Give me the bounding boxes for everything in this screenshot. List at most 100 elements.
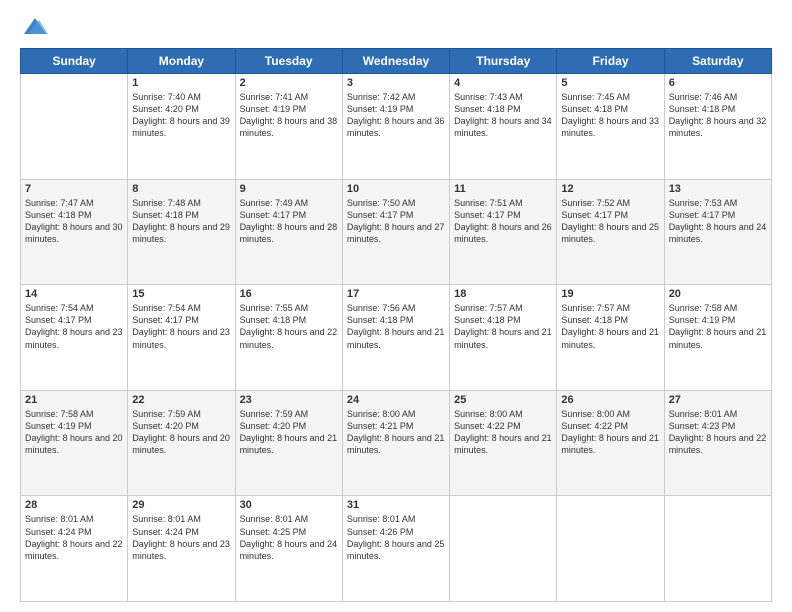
day-header-thursday: Thursday [450,49,557,74]
calendar-cell: 1 Sunrise: 7:40 AMSunset: 4:20 PMDaylight… [128,74,235,180]
cell-info: Sunrise: 7:48 AMSunset: 4:18 PMDaylight:… [132,197,230,246]
cell-info: Sunrise: 7:55 AMSunset: 4:18 PMDaylight:… [240,302,338,351]
day-number: 30 [240,499,338,511]
calendar-cell [21,74,128,180]
cell-info: Sunrise: 7:50 AMSunset: 4:17 PMDaylight:… [347,197,445,246]
cell-info: Sunrise: 7:57 AMSunset: 4:18 PMDaylight:… [454,302,552,351]
calendar-cell: 27 Sunrise: 8:01 AMSunset: 4:23 PMDayligh… [664,390,771,496]
day-number: 27 [669,394,767,406]
cell-info: Sunrise: 7:51 AMSunset: 4:17 PMDaylight:… [454,197,552,246]
day-number: 26 [561,394,659,406]
day-number: 22 [132,394,230,406]
cell-info: Sunrise: 7:54 AMSunset: 4:17 PMDaylight:… [132,302,230,351]
day-number: 10 [347,183,445,195]
calendar-cell: 13Sunrise: 7:53 AMSunset: 4:17 PMDayligh… [664,179,771,285]
cell-info: Sunrise: 7:45 AMSunset: 4:18 PMDaylight:… [561,91,659,140]
day-number: 29 [132,499,230,511]
day-header-tuesday: Tuesday [235,49,342,74]
calendar-header-row: SundayMondayTuesdayWednesdayThursdayFrid… [21,49,772,74]
day-number: 4 [454,77,552,89]
calendar-cell: 8 Sunrise: 7:48 AMSunset: 4:18 PMDaylight… [128,179,235,285]
calendar-week-2: 7 Sunrise: 7:47 AMSunset: 4:18 PMDaylight… [21,179,772,285]
calendar-cell: 26 Sunrise: 8:00 AMSunset: 4:22 PMDayligh… [557,390,664,496]
logo-icon [22,16,46,38]
cell-info: Sunrise: 7:40 AMSunset: 4:20 PMDaylight:… [132,91,230,140]
day-number: 28 [25,499,123,511]
cell-info: Sunrise: 7:47 AMSunset: 4:18 PMDaylight:… [25,197,123,246]
cell-info: Sunrise: 7:56 AMSunset: 4:18 PMDaylight:… [347,302,445,351]
calendar-cell [557,496,664,602]
calendar-cell: 11 Sunrise: 7:51 AMSunset: 4:17 PMDayligh… [450,179,557,285]
cell-info: Sunrise: 7:59 AMSunset: 4:20 PMDaylight:… [132,408,230,457]
calendar-cell: 24 Sunrise: 8:00 AMSunset: 4:21 PMDayligh… [342,390,449,496]
day-number: 24 [347,394,445,406]
day-number: 15 [132,288,230,300]
calendar-cell: 5 Sunrise: 7:45 AMSunset: 4:18 PMDaylight… [557,74,664,180]
calendar-cell: 4 Sunrise: 7:43 AMSunset: 4:18 PMDaylight… [450,74,557,180]
calendar-cell: 31Sunrise: 8:01 AMSunset: 4:26 PMDayligh… [342,496,449,602]
day-header-friday: Friday [557,49,664,74]
day-number: 18 [454,288,552,300]
day-number: 3 [347,77,445,89]
day-number: 21 [25,394,123,406]
day-header-saturday: Saturday [664,49,771,74]
calendar-cell [664,496,771,602]
day-header-wednesday: Wednesday [342,49,449,74]
day-number: 9 [240,183,338,195]
calendar-cell: 2 Sunrise: 7:41 AMSunset: 4:19 PMDaylight… [235,74,342,180]
calendar-cell: 14 Sunrise: 7:54 AMSunset: 4:17 PMDayligh… [21,285,128,391]
cell-info: Sunrise: 7:58 AMSunset: 4:19 PMDaylight:… [25,408,123,457]
day-number: 6 [669,77,767,89]
day-number: 1 [132,77,230,89]
logo [20,16,46,38]
calendar-week-5: 28 Sunrise: 8:01 AMSunset: 4:24 PMDayligh… [21,496,772,602]
cell-info: Sunrise: 8:00 AMSunset: 4:22 PMDaylight:… [561,408,659,457]
day-number: 7 [25,183,123,195]
day-header-sunday: Sunday [21,49,128,74]
calendar-cell: 21 Sunrise: 7:58 AMSunset: 4:19 PMDayligh… [21,390,128,496]
day-number: 8 [132,183,230,195]
cell-info: Sunrise: 8:00 AMSunset: 4:22 PMDaylight:… [454,408,552,457]
calendar-week-1: 1 Sunrise: 7:40 AMSunset: 4:20 PMDaylight… [21,74,772,180]
calendar-cell: 20Sunrise: 7:58 AMSunset: 4:19 PMDayligh… [664,285,771,391]
calendar-cell: 30Sunrise: 8:01 AMSunset: 4:25 PMDayligh… [235,496,342,602]
day-number: 5 [561,77,659,89]
day-number: 31 [347,499,445,511]
day-number: 11 [454,183,552,195]
cell-info: Sunrise: 7:41 AMSunset: 4:19 PMDaylight:… [240,91,338,140]
cell-info: Sunrise: 7:42 AMSunset: 4:19 PMDaylight:… [347,91,445,140]
cell-info: Sunrise: 7:52 AMSunset: 4:17 PMDaylight:… [561,197,659,246]
cell-info: Sunrise: 7:49 AMSunset: 4:17 PMDaylight:… [240,197,338,246]
calendar-cell: 28Sunrise: 8:01 AMSunset: 4:24 PMDayligh… [21,496,128,602]
cell-info: Sunrise: 8:01 AMSunset: 4:23 PMDaylight:… [669,408,767,457]
cell-info: Sunrise: 8:00 AMSunset: 4:21 PMDaylight:… [347,408,445,457]
calendar-cell: 10 Sunrise: 7:50 AMSunset: 4:17 PMDayligh… [342,179,449,285]
calendar-week-4: 21 Sunrise: 7:58 AMSunset: 4:19 PMDayligh… [21,390,772,496]
calendar-cell: 19Sunrise: 7:57 AMSunset: 4:18 PMDayligh… [557,285,664,391]
day-number: 16 [240,288,338,300]
cell-info: Sunrise: 7:46 AMSunset: 4:18 PMDaylight:… [669,91,767,140]
calendar-cell: 15 Sunrise: 7:54 AMSunset: 4:17 PMDayligh… [128,285,235,391]
calendar-cell [450,496,557,602]
calendar-cell: 17Sunrise: 7:56 AMSunset: 4:18 PMDayligh… [342,285,449,391]
cell-info: Sunrise: 7:54 AMSunset: 4:17 PMDaylight:… [25,302,123,351]
calendar-cell: 3 Sunrise: 7:42 AMSunset: 4:19 PMDaylight… [342,74,449,180]
calendar-cell: 9 Sunrise: 7:49 AMSunset: 4:17 PMDaylight… [235,179,342,285]
day-number: 25 [454,394,552,406]
page: SundayMondayTuesdayWednesdayThursdayFrid… [0,0,792,612]
day-number: 20 [669,288,767,300]
calendar-cell: 6 Sunrise: 7:46 AMSunset: 4:18 PMDaylight… [664,74,771,180]
calendar-week-3: 14 Sunrise: 7:54 AMSunset: 4:17 PMDayligh… [21,285,772,391]
cell-info: Sunrise: 7:43 AMSunset: 4:18 PMDaylight:… [454,91,552,140]
day-number: 23 [240,394,338,406]
day-header-monday: Monday [128,49,235,74]
day-number: 14 [25,288,123,300]
calendar-cell: 18 Sunrise: 7:57 AMSunset: 4:18 PMDayligh… [450,285,557,391]
cell-info: Sunrise: 8:01 AMSunset: 4:24 PMDaylight:… [132,513,230,562]
calendar-cell: 23 Sunrise: 7:59 AMSunset: 4:20 PMDayligh… [235,390,342,496]
calendar-cell: 12Sunrise: 7:52 AMSunset: 4:17 PMDayligh… [557,179,664,285]
cell-info: Sunrise: 7:57 AMSunset: 4:18 PMDaylight:… [561,302,659,351]
cell-info: Sunrise: 7:59 AMSunset: 4:20 PMDaylight:… [240,408,338,457]
calendar-cell: 22 Sunrise: 7:59 AMSunset: 4:20 PMDayligh… [128,390,235,496]
day-number: 2 [240,77,338,89]
